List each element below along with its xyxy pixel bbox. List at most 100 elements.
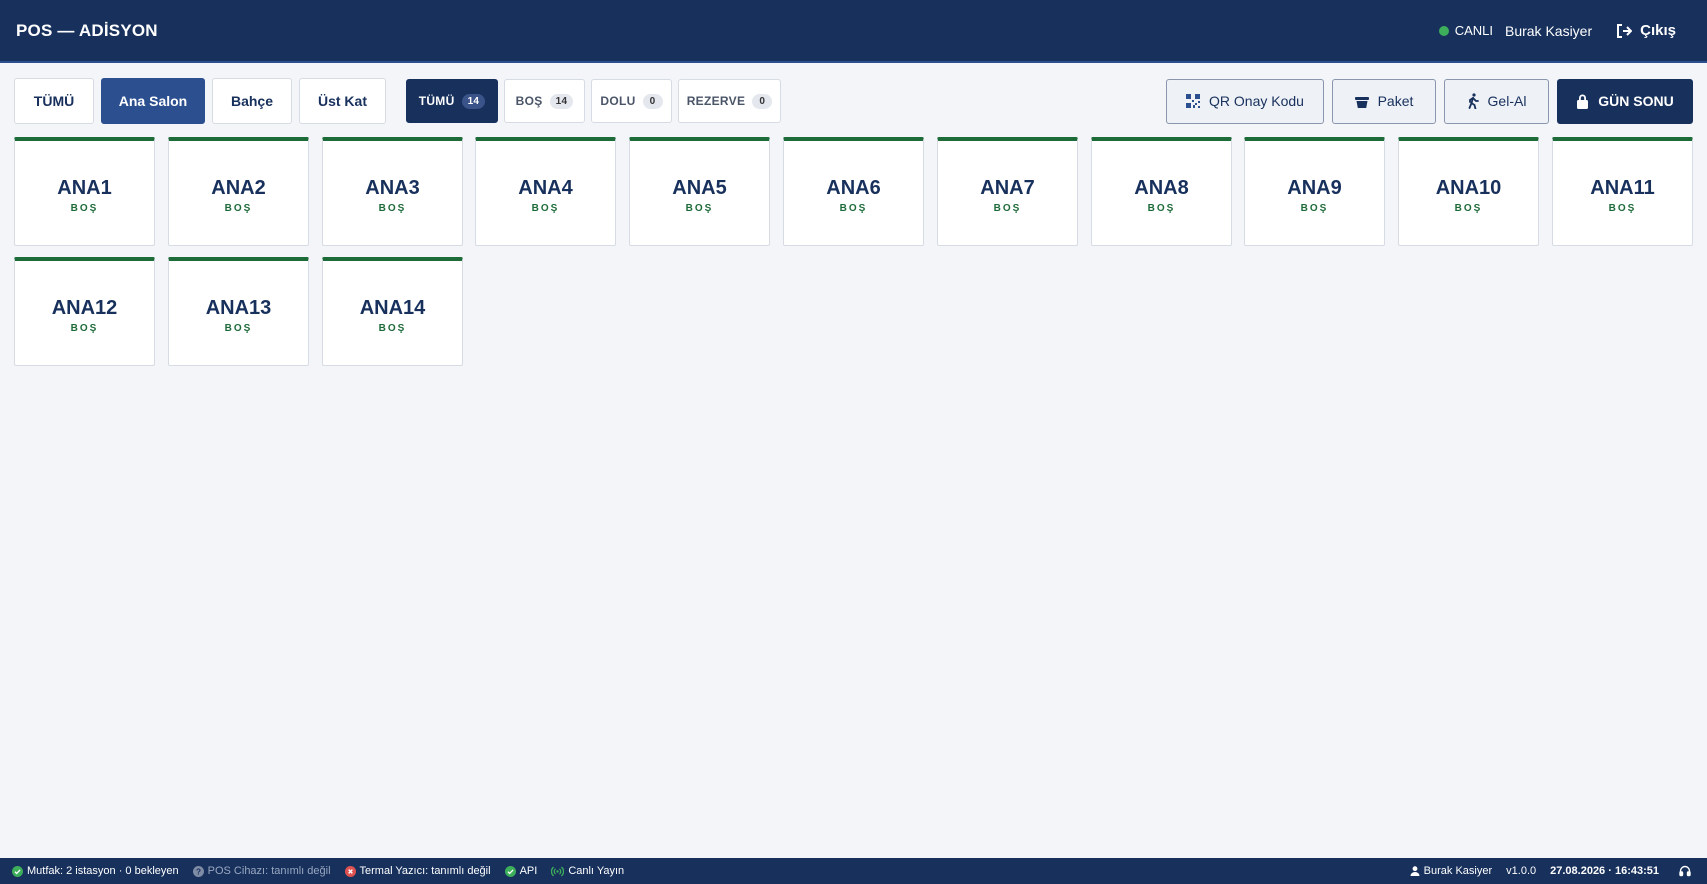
table-card[interactable]: ANA3 BOŞ bbox=[322, 137, 463, 246]
area-tab-all[interactable]: TÜMÜ bbox=[14, 78, 94, 124]
logout-label: Çıkış bbox=[1640, 22, 1676, 39]
filter-count-badge: 0 bbox=[642, 93, 663, 109]
package-order-label: Paket bbox=[1377, 93, 1414, 109]
logout-icon bbox=[1617, 23, 1633, 38]
area-tab-ana-salon[interactable]: Ana Salon bbox=[101, 78, 205, 124]
logout-button[interactable]: Çıkış bbox=[1616, 22, 1676, 39]
toolbar: TÜMÜ Ana Salon Bahçe Üst Kat TÜMÜ 14 BOŞ 1… bbox=[14, 78, 1693, 124]
filter-label: BOŞ bbox=[515, 94, 543, 108]
table-card[interactable]: ANA14 BOŞ bbox=[322, 257, 463, 366]
table-name: ANA2 bbox=[211, 176, 266, 199]
takeaway-label: Gel-Al bbox=[1487, 93, 1527, 109]
live-stream-status: Canlı Yayın bbox=[551, 865, 624, 877]
table-card[interactable]: ANA10 BOŞ bbox=[1398, 137, 1539, 246]
area-tab-label: TÜMÜ bbox=[33, 93, 75, 109]
qr-approval-code-label: QR Onay Kodu bbox=[1209, 93, 1304, 109]
table-status: BOŞ bbox=[70, 322, 99, 334]
table-status: BOŞ bbox=[531, 202, 560, 214]
table-status: BOŞ bbox=[224, 202, 253, 214]
filter-tab-all[interactable]: TÜMÜ 14 bbox=[406, 79, 498, 123]
current-user: Burak Kasiyer bbox=[1504, 22, 1593, 39]
app-version-label: v1.0.0 bbox=[1506, 865, 1537, 877]
package-order-button[interactable]: Paket bbox=[1332, 78, 1436, 124]
clock: 27.08.2026 · 16:43:51 bbox=[1550, 865, 1659, 877]
table-card[interactable]: ANA1 BOŞ bbox=[14, 137, 155, 246]
live-status-dot-icon bbox=[1438, 25, 1449, 36]
app-title: POS — ADİSYON bbox=[16, 20, 158, 40]
table-card[interactable]: ANA6 BOŞ bbox=[783, 137, 924, 246]
printer-status: Termal Yazıcı: tanımlı değil bbox=[344, 865, 491, 877]
table-name: ANA6 bbox=[826, 176, 881, 199]
kitchen-status: Mutfak: 2 istasyon · 0 bekleyen bbox=[12, 865, 179, 877]
status-bar-right: Burak Kasiyer v1.0.0 27.08.2026 · 16:43:… bbox=[1396, 858, 1695, 884]
action-buttons: QR Onay Kodu Paket Gel-Al GÜN SONU bbox=[1158, 78, 1693, 124]
table-status: BOŞ bbox=[993, 202, 1022, 214]
table-name: ANA5 bbox=[672, 176, 727, 199]
table-status: BOŞ bbox=[1147, 202, 1176, 214]
area-tab-bahce[interactable]: Bahçe bbox=[212, 78, 292, 124]
header-right: CANLI Burak Kasiyer Çıkış bbox=[1438, 0, 1691, 61]
check-circle-icon bbox=[504, 865, 516, 877]
filter-label: REZERVE bbox=[686, 94, 746, 108]
api-status-label: API bbox=[519, 865, 538, 877]
filter-count-badge: 0 bbox=[752, 93, 773, 109]
status-bar: Mutfak: 2 istasyon · 0 bekleyen ? POS Ci… bbox=[0, 858, 1707, 884]
table-card[interactable]: ANA8 BOŞ bbox=[1091, 137, 1232, 246]
area-tab-label: Ana Salon bbox=[118, 93, 188, 109]
app-version: v1.0.0 bbox=[1506, 865, 1536, 877]
walking-person-icon bbox=[1468, 93, 1479, 109]
day-end-button[interactable]: GÜN SONU bbox=[1557, 78, 1693, 124]
error-circle-icon bbox=[344, 865, 356, 877]
table-name: ANA4 bbox=[518, 176, 573, 199]
table-status: BOŞ bbox=[839, 202, 868, 214]
table-card[interactable]: ANA12 BOŞ bbox=[14, 257, 155, 366]
table-name: ANA8 bbox=[1134, 176, 1189, 199]
api-status: API bbox=[504, 865, 538, 877]
area-tab-ust-kat[interactable]: Üst Kat bbox=[299, 78, 386, 124]
day-end-label: GÜN SONU bbox=[1598, 93, 1674, 109]
headset-icon bbox=[1679, 865, 1691, 877]
table-name: ANA3 bbox=[365, 176, 420, 199]
kitchen-status-label: Mutfak: 2 istasyon · 0 bekleyen bbox=[27, 865, 179, 877]
support-button[interactable] bbox=[1679, 865, 1695, 877]
lock-icon bbox=[1577, 94, 1589, 109]
table-card[interactable]: ANA13 BOŞ bbox=[168, 257, 309, 366]
area-tab-label: Üst Kat bbox=[317, 93, 367, 109]
table-card[interactable]: ANA7 BOŞ bbox=[937, 137, 1078, 246]
table-name: ANA14 bbox=[359, 296, 426, 319]
filter-label: TÜMÜ bbox=[418, 94, 455, 108]
table-card[interactable]: ANA2 BOŞ bbox=[168, 137, 309, 246]
table-card[interactable]: ANA9 BOŞ bbox=[1244, 137, 1385, 246]
status-bar-left: Mutfak: 2 istasyon · 0 bekleyen ? POS Ci… bbox=[12, 858, 638, 884]
status-user-label: Burak Kasiyer bbox=[1423, 865, 1493, 877]
table-name: ANA9 bbox=[1287, 176, 1342, 199]
filter-tab-reserved[interactable]: REZERVE 0 bbox=[678, 79, 781, 123]
filter-count-badge: 14 bbox=[461, 93, 486, 109]
qr-approval-code-button[interactable]: QR Onay Kodu bbox=[1166, 78, 1324, 124]
table-status: BOŞ bbox=[685, 202, 714, 214]
live-status-label: CANLI bbox=[1454, 23, 1493, 38]
table-status: BOŞ bbox=[378, 322, 407, 334]
table-status: BOŞ bbox=[70, 202, 99, 214]
area-tab-label: Bahçe bbox=[230, 93, 274, 109]
filter-label: DOLU bbox=[600, 94, 636, 108]
table-name: ANA7 bbox=[980, 176, 1035, 199]
table-card[interactable]: ANA4 BOŞ bbox=[475, 137, 616, 246]
live-stream-status-label: Canlı Yayın bbox=[568, 865, 625, 877]
qr-code-icon bbox=[1186, 94, 1201, 108]
table-name: ANA10 bbox=[1435, 176, 1502, 199]
table-card[interactable]: ANA5 BOŞ bbox=[629, 137, 770, 246]
table-name: ANA13 bbox=[205, 296, 272, 319]
takeaway-button[interactable]: Gel-Al bbox=[1444, 78, 1549, 124]
table-status: BOŞ bbox=[1608, 202, 1637, 214]
check-circle-icon bbox=[12, 865, 23, 877]
basket-icon bbox=[1354, 96, 1369, 108]
table-card[interactable]: ANA11 BOŞ bbox=[1552, 137, 1693, 246]
table-status: BOŞ bbox=[378, 202, 407, 214]
filter-tab-free[interactable]: BOŞ 14 bbox=[504, 79, 585, 123]
filter-count-badge: 14 bbox=[549, 93, 574, 109]
broadcast-icon bbox=[551, 866, 565, 876]
filter-tab-occupied[interactable]: DOLU 0 bbox=[591, 79, 672, 123]
clock-label: 27.08.2026 · 16:43:51 bbox=[1550, 865, 1659, 877]
table-status: BOŞ bbox=[224, 322, 253, 334]
